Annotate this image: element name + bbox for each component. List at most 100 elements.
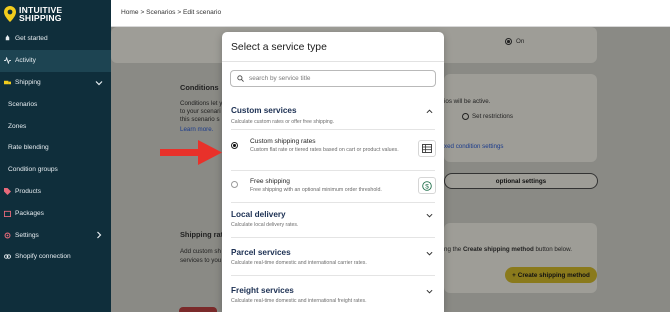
sidebar-item-label: Zones bbox=[8, 122, 27, 130]
learn-more-link[interactable]: Learn more. bbox=[180, 126, 213, 133]
app-logo[interactable]: INTUITIVE SHIPPING bbox=[0, 0, 111, 28]
breadcrumb-scenarios[interactable]: Scenarios bbox=[146, 9, 175, 16]
activity-icon bbox=[4, 57, 11, 65]
breadcrumb-home[interactable]: Home bbox=[121, 9, 139, 16]
red-arrow-annotation bbox=[160, 140, 222, 165]
breadcrumb-separator: > bbox=[177, 9, 182, 16]
chevron-up-icon[interactable] bbox=[426, 108, 433, 115]
create-hint-text: ng the Create shipping method button bel… bbox=[444, 246, 572, 253]
conditions-card: ios will be active. Set restrictions xed… bbox=[444, 74, 597, 162]
sidebar-item-label: Rate blending bbox=[8, 144, 49, 152]
section-freight-services[interactable]: Freight services Calculate real-time dom… bbox=[222, 284, 444, 308]
sidebar-item-label: Shopify connection bbox=[15, 253, 71, 261]
sidebar-nav: Get started Activity Shipping Scenarios … bbox=[0, 28, 111, 268]
rocket-icon bbox=[5, 35, 10, 41]
sidebar-item-label: Condition groups bbox=[8, 166, 58, 174]
section-description: Calculate local delivery rates. bbox=[231, 222, 299, 228]
option-custom-shipping-rates[interactable]: Custom shipping rates Custom flat rate o… bbox=[222, 138, 444, 168]
condition-settings-link[interactable]: xed condition settings bbox=[444, 143, 504, 150]
sidebar-item-activity[interactable]: Activity bbox=[0, 49, 111, 72]
set-restrictions-radio[interactable] bbox=[462, 113, 469, 120]
modal-divider bbox=[222, 61, 444, 62]
option-icon-box bbox=[418, 140, 436, 157]
optional-settings-label: optional settings bbox=[495, 177, 547, 185]
sidebar-item-label: Get started bbox=[15, 35, 48, 43]
svg-text:$: $ bbox=[425, 183, 429, 190]
set-restrictions-label: Set restrictions bbox=[472, 113, 513, 120]
sidebar-item-condition-groups[interactable]: Condition groups bbox=[0, 159, 111, 181]
sidebar-item-label: Products bbox=[15, 187, 42, 195]
sidebar-item-products[interactable]: Products bbox=[0, 181, 111, 203]
section-custom-services[interactable]: Custom services Calculate custom rates o… bbox=[222, 104, 444, 208]
shipping-rates-text-line-2: services to you bbox=[180, 257, 222, 264]
option-icon-box: $ bbox=[418, 177, 436, 194]
section-parcel-services[interactable]: Parcel services Calculate real-time dome… bbox=[222, 246, 444, 270]
will-be-active-text: ios will be active. bbox=[444, 98, 491, 105]
search-box[interactable] bbox=[230, 70, 436, 87]
search-input[interactable] bbox=[249, 75, 429, 82]
option-description: Custom flat rate or tiered rates based o… bbox=[250, 147, 399, 153]
conditions-text-line-3: this scenario s bbox=[180, 116, 220, 123]
shipping-rates-text-line-1: Add custom sh bbox=[180, 248, 221, 255]
create-hint-suffix: button below. bbox=[533, 246, 572, 253]
table-icon bbox=[422, 144, 432, 153]
sidebar-item-packages[interactable]: Packages bbox=[0, 202, 111, 224]
select-service-type-modal: Select a service type Custom services Ca… bbox=[222, 32, 444, 312]
breadcrumb-separator: > bbox=[140, 9, 145, 16]
custom-shipping-rates-radio[interactable] bbox=[231, 142, 238, 149]
shipping-rates-title: Shipping rat bbox=[180, 230, 224, 239]
chevron-down-icon[interactable] bbox=[426, 288, 433, 295]
breadcrumb: Home > Scenarios > Edit scenario bbox=[121, 9, 221, 16]
conditions-text-line-2: to your scenari bbox=[180, 108, 221, 115]
create-hint-bold: Create shipping method bbox=[462, 246, 534, 253]
on-label: On bbox=[516, 38, 525, 45]
section-divider bbox=[231, 202, 435, 203]
section-divider bbox=[231, 275, 435, 276]
logo-line-2: SHIPPING bbox=[19, 13, 62, 23]
top-bar: Home > Scenarios > Edit scenario bbox=[111, 0, 670, 27]
section-description: Calculate custom rates or offer free shi… bbox=[231, 119, 335, 125]
sidebar-item-shipping[interactable]: Shipping bbox=[0, 72, 111, 94]
sidebar-item-settings[interactable]: Settings bbox=[0, 224, 111, 246]
sidebar-item-zones[interactable]: Zones bbox=[0, 115, 111, 137]
section-description: Calculate real-time domestic and interna… bbox=[231, 298, 367, 304]
section-divider bbox=[231, 237, 435, 238]
section-description: Calculate real-time domestic and interna… bbox=[231, 260, 367, 266]
option-title: Free shipping bbox=[250, 178, 290, 185]
package-icon bbox=[4, 210, 11, 217]
sidebar-item-label: Activity bbox=[15, 57, 36, 65]
sidebar-item-rate-blending[interactable]: Rate blending bbox=[0, 137, 111, 159]
conditions-title: Conditions bbox=[180, 83, 219, 92]
chevron-right-icon bbox=[97, 231, 102, 239]
optional-settings-button[interactable]: optional settings bbox=[444, 173, 598, 189]
modal-title: Select a service type bbox=[231, 42, 327, 53]
chevron-down-icon[interactable] bbox=[426, 250, 433, 257]
tag-icon bbox=[4, 187, 11, 195]
option-divider bbox=[231, 170, 435, 171]
on-radio[interactable] bbox=[505, 38, 512, 45]
section-divider bbox=[231, 129, 435, 130]
section-title: Parcel services bbox=[231, 248, 291, 257]
sidebar-item-get-started[interactable]: Get started bbox=[0, 28, 111, 50]
sidebar-item-label: Shipping bbox=[15, 78, 41, 86]
search-icon bbox=[237, 75, 244, 82]
gear-icon bbox=[4, 232, 11, 239]
free-shipping-radio[interactable] bbox=[231, 181, 238, 188]
section-title: Local delivery bbox=[231, 210, 286, 219]
partial-red-button[interactable] bbox=[179, 307, 217, 312]
logo-text: INTUITIVE SHIPPING bbox=[19, 6, 62, 23]
sidebar: INTUITIVE SHIPPING Get started Activity … bbox=[0, 0, 111, 312]
sidebar-item-label: Packages bbox=[15, 209, 44, 217]
chevron-down-icon bbox=[95, 80, 103, 85]
link-icon bbox=[4, 254, 11, 260]
create-shipping-method-label: Create shipping method bbox=[517, 271, 590, 279]
chevron-down-icon[interactable] bbox=[426, 212, 433, 219]
create-hint-prefix: ng the bbox=[444, 246, 463, 253]
sidebar-item-label: Scenarios bbox=[8, 100, 38, 108]
shipping-rates-card: ng the Create shipping method button bel… bbox=[444, 223, 597, 293]
plus-icon: + bbox=[512, 271, 516, 279]
section-local-delivery[interactable]: Local delivery Calculate local delivery … bbox=[222, 208, 444, 232]
sidebar-item-scenarios[interactable]: Scenarios bbox=[0, 93, 111, 115]
create-shipping-method-button[interactable]: + Create shipping method bbox=[505, 267, 597, 283]
sidebar-item-shopify-connection[interactable]: Shopify connection bbox=[0, 246, 111, 268]
